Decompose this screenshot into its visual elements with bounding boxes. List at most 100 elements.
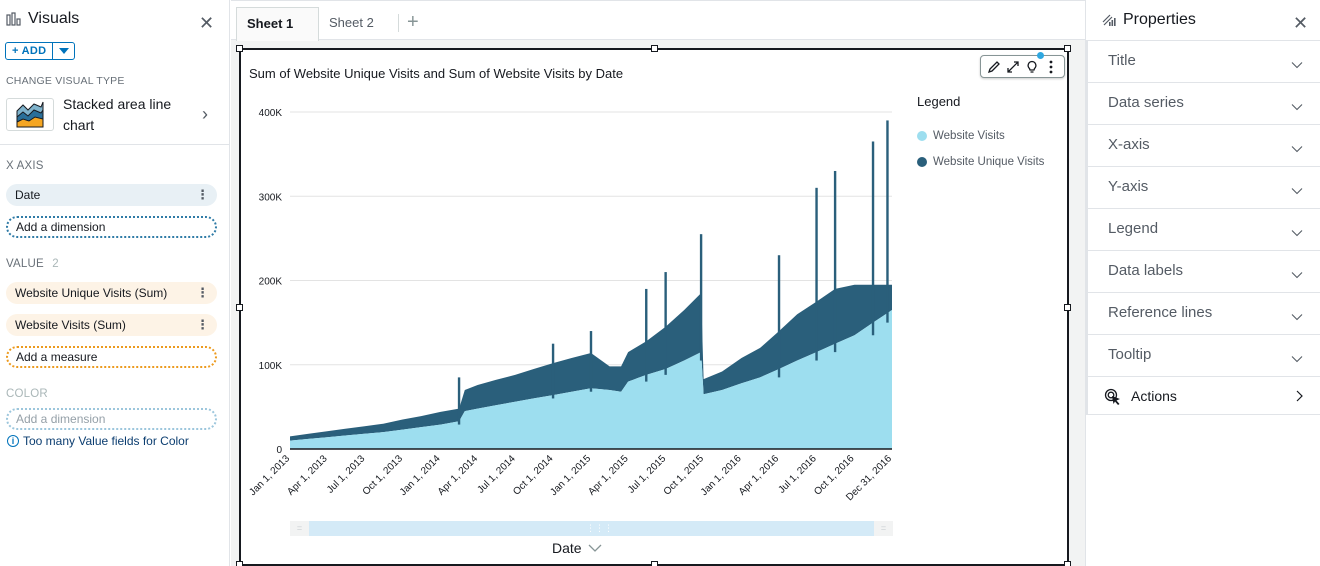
y-tick-label: 300K: [259, 192, 283, 203]
peak-spike: [871, 141, 875, 336]
tab-sheet-1[interactable]: Sheet 1﹀: [236, 7, 319, 63]
x-axis-title-text: Date: [552, 540, 582, 556]
canvas-area: Sheet 1﹀ Sheet 2 + Sum of Website Unique…: [231, 0, 1085, 566]
chevron-down-icon: [1291, 230, 1303, 237]
chevron-down-icon: [1291, 314, 1303, 321]
legend-title: Legend: [917, 94, 961, 109]
property-section-label: Data series: [1108, 94, 1184, 111]
resize-handle[interactable]: [651, 561, 658, 566]
y-tick-label: 400K: [259, 108, 283, 119]
info-icon: i: [7, 435, 19, 447]
x-tick-label: Apr 1, 2014: [436, 453, 481, 498]
drag-grip-icon[interactable]: ⋮⋮⋮: [586, 521, 613, 536]
divider: [398, 14, 399, 32]
value-field-pill[interactable]: Website Visits (Sum) ⋮: [6, 314, 217, 336]
visuals-panel-title: Visuals: [28, 10, 80, 27]
caret-down-icon: [58, 48, 69, 54]
property-section-label: Tooltip: [1108, 346, 1152, 363]
tab-label: Sheet 2: [329, 15, 374, 30]
y-tick-label: 0: [276, 445, 282, 456]
add-button-label[interactable]: + ADD: [6, 43, 52, 59]
legend-item-website-visits[interactable]: Website Visits: [917, 130, 1005, 142]
color-info-message: i Too many Value fields for Color: [7, 434, 189, 448]
x-axis-field-pill[interactable]: Date ⋮: [6, 184, 217, 206]
close-visuals-panel-icon[interactable]: ✕: [199, 14, 214, 32]
value-field-name: Website Visits (Sum): [15, 318, 126, 332]
property-section-data-series[interactable]: Data series: [1088, 82, 1320, 124]
field-menu-icon[interactable]: ⋮: [196, 184, 209, 206]
x-axis-range-scrollbar[interactable]: = ⋮⋮⋮ =: [290, 521, 893, 536]
resize-handle[interactable]: [236, 561, 243, 566]
chevron-down-icon: [1291, 272, 1303, 279]
close-properties-panel-icon[interactable]: ✕: [1293, 14, 1308, 32]
range-start-handle[interactable]: =: [290, 521, 309, 536]
y-tick-label: 100K: [259, 361, 283, 372]
property-section-x-axis[interactable]: X-axis: [1088, 124, 1320, 166]
x-tick-label: Apr 1, 2016: [737, 453, 782, 498]
value-section-title: VALUE: [6, 258, 44, 270]
actions-row[interactable]: Actions: [1088, 376, 1320, 415]
click-action-icon: [1104, 388, 1120, 405]
visual-type-thumbnail[interactable]: [6, 98, 54, 131]
x-axis-title[interactable]: Date: [552, 540, 602, 556]
peak-spike: [457, 377, 461, 425]
tab-sheet-2[interactable]: Sheet 2: [319, 7, 384, 41]
value-field-pill[interactable]: Website Unique Visits (Sum) ⋮: [6, 282, 217, 304]
chevron-down-icon: [588, 544, 602, 552]
app: Visuals ✕ + ADD CHANGE VISUAL TYPE Stack…: [0, 0, 1320, 566]
property-section-label: Y-axis: [1108, 178, 1149, 195]
add-visual-button[interactable]: + ADD: [5, 42, 76, 60]
legend-label: Website Unique Visits: [933, 156, 1045, 168]
property-section-data-labels[interactable]: Data labels: [1088, 250, 1320, 292]
chevron-down-icon: [1291, 188, 1303, 195]
chevron-down-icon: [1291, 356, 1303, 363]
color-info-text: Too many Value fields for Color: [23, 434, 189, 448]
property-section-reference-lines[interactable]: Reference lines: [1088, 292, 1320, 334]
peak-spike: [551, 343, 555, 399]
resize-handle[interactable]: [1064, 561, 1071, 566]
peak-spike: [833, 170, 837, 353]
plus-icon[interactable]: +: [407, 10, 419, 34]
format-visual-icon: [1102, 14, 1116, 26]
property-section-label: X-axis: [1108, 136, 1150, 153]
value-drop-target[interactable]: Add a measure: [6, 346, 217, 368]
property-section-title[interactable]: Title: [1088, 40, 1320, 82]
x-tick-label: Apr 1, 2015: [586, 453, 631, 498]
actions-label: Actions: [1131, 388, 1177, 404]
range-end-handle[interactable]: =: [874, 521, 893, 536]
peak-spike: [699, 234, 703, 361]
x-tick-label: Apr 1, 2013: [285, 453, 330, 498]
property-section-legend[interactable]: Legend: [1088, 208, 1320, 250]
chevron-right-icon[interactable]: ›: [202, 104, 208, 125]
legend-label: Website Visits: [933, 130, 1005, 142]
value-label: VALUE 2: [6, 258, 59, 270]
properties-panel: Properties ✕ Title Data series X-axis Y-axi…: [1085, 0, 1320, 566]
peak-spike: [886, 120, 889, 323]
peak-spike: [664, 272, 667, 375]
stacked-area-chart-icon: [16, 101, 44, 127]
x-axis-label: X AXIS: [6, 160, 44, 172]
chart-plot[interactable]: 0100K200K300K400K Jan 1, 2013Apr 1, 2013…: [241, 50, 1067, 520]
visual-container[interactable]: Sum of Website Unique Visits and Sum of …: [236, 45, 1071, 566]
visuals-panel: Visuals ✕ + ADD CHANGE VISUAL TYPE Stack…: [0, 0, 230, 566]
property-section-y-axis[interactable]: Y-axis: [1088, 166, 1320, 208]
property-section-label: Legend: [1108, 220, 1159, 237]
x-axis-field-name: Date: [15, 188, 41, 202]
peak-spike: [645, 288, 648, 382]
bar-chart-icon: [6, 12, 21, 26]
field-menu-icon[interactable]: ⋮: [196, 282, 209, 304]
legend-swatch: [917, 131, 927, 141]
visuals-panel-header: Visuals: [6, 10, 79, 28]
visual-type-name[interactable]: Stacked area line chart: [63, 94, 193, 136]
x-axis-drop-target[interactable]: Add a dimension: [6, 216, 217, 238]
field-menu-icon[interactable]: ⋮: [196, 314, 209, 336]
color-drop-target[interactable]: Add a dimension: [6, 408, 217, 430]
property-section-tooltip[interactable]: Tooltip: [1088, 334, 1320, 376]
legend-item-website-unique-visits[interactable]: Website Unique Visits: [917, 156, 1044, 168]
add-dropdown-toggle[interactable]: [52, 43, 74, 59]
chevron-down-icon: [1291, 146, 1303, 153]
y-tick-label: 200K: [259, 277, 283, 288]
chevron-down-icon: [1291, 104, 1303, 111]
peak-spike: [815, 187, 818, 361]
peak-spike: [777, 255, 781, 378]
